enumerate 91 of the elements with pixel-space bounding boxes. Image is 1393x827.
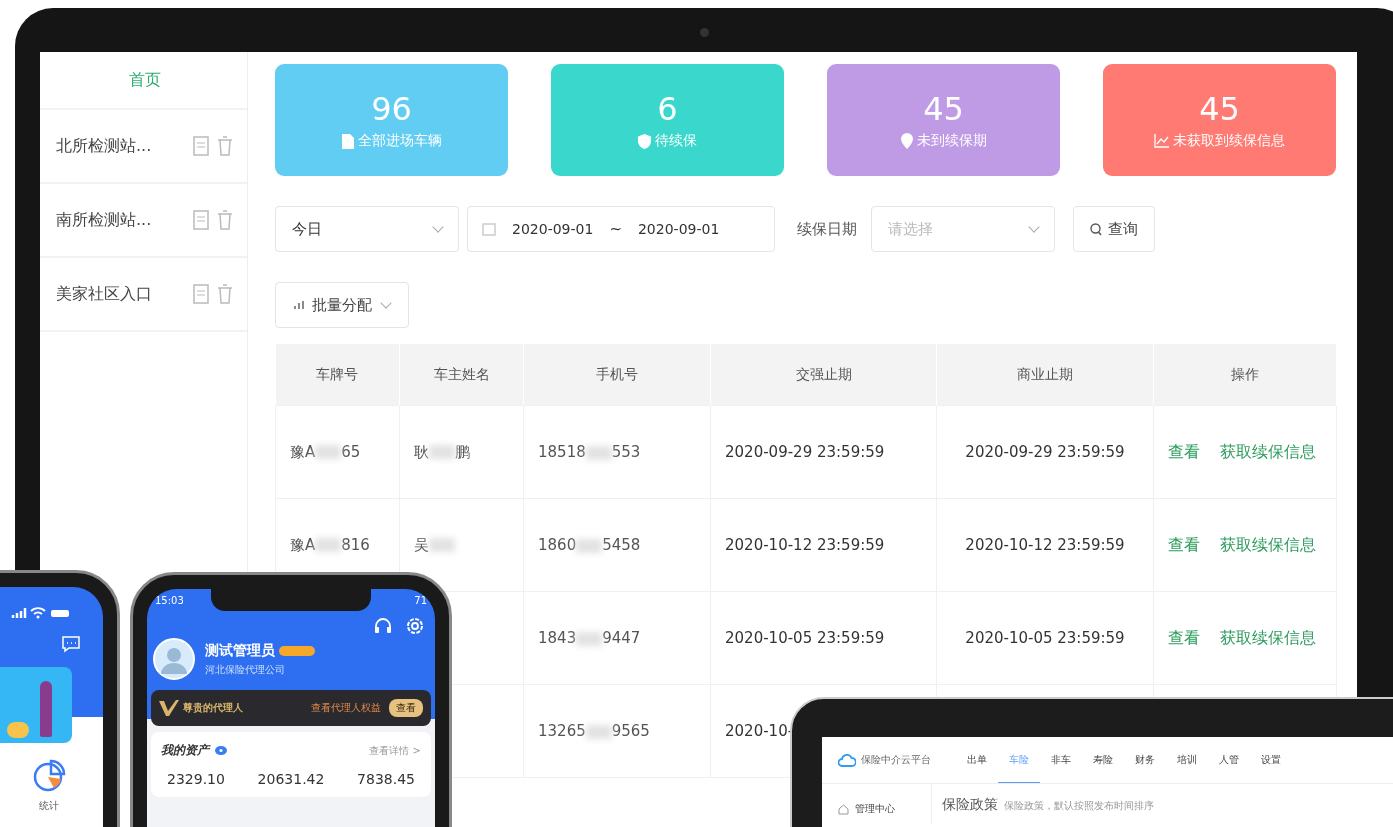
stat-label: 未获取到续保信息 <box>1173 132 1285 150</box>
location-pin-icon <box>900 133 913 149</box>
banner-link[interactable]: 查看代理人权益 <box>311 701 381 715</box>
sidebar-item[interactable]: 南所检测站... <box>40 184 247 258</box>
calendar-icon <box>482 222 496 236</box>
user-name: 测试管理员 <box>205 641 275 660</box>
document-icon[interactable] <box>193 284 209 304</box>
search-button[interactable]: 查询 <box>1073 206 1155 252</box>
trash-icon[interactable] <box>217 284 233 304</box>
nav-tab[interactable]: 设置 <box>1250 737 1292 783</box>
masked-text: 耿 鹏 <box>414 442 470 461</box>
settings-icon[interactable] <box>405 616 425 636</box>
battery-level: 71 <box>414 595 427 606</box>
assets-title: 我的资产 <box>161 742 209 759</box>
masked-text: 豫A 65 <box>290 442 361 461</box>
asset-value: 7838.45 <box>357 771 415 787</box>
status-icons <box>11 607 71 619</box>
action-link[interactable]: 获取续保信息 <box>1220 627 1316 649</box>
nav-tab[interactable]: 寿险 <box>1082 737 1124 783</box>
stat-value: 6 <box>657 90 678 128</box>
masked-text: 13265 9565 <box>538 722 650 740</box>
date-range-field[interactable]: 2020-09-01 ~ 2020-09-01 <box>467 206 775 252</box>
table-cell: 2020-10- <box>725 722 794 740</box>
sidebar-item[interactable]: 美家社区入口 <box>40 258 247 332</box>
stat-value: 96 <box>371 90 412 128</box>
column-header: 操作 <box>1153 344 1337 406</box>
trash-icon[interactable] <box>217 210 233 230</box>
table-cell: 2020-10-12 23:59:59 <box>725 536 885 554</box>
stat-label: 待续保 <box>655 132 697 150</box>
status-time: 15:03 <box>155 595 184 606</box>
asset-value: 20631.42 <box>257 771 325 787</box>
stat-label: 全部进场车辆 <box>357 132 442 150</box>
masked-text: 吴 <box>414 535 455 554</box>
stat-label: 未到续保期 <box>916 132 987 150</box>
sidebar-item[interactable]: 管理中心 <box>855 802 895 816</box>
member-badge <box>279 645 315 656</box>
chat-icon[interactable] <box>61 635 81 653</box>
view-button[interactable]: 查看 <box>389 699 423 717</box>
page-title: 保险政策 <box>942 796 998 814</box>
masked-text: 18518 553 <box>538 443 641 461</box>
sidebar-item[interactable]: 北所检测站... <box>40 110 247 184</box>
nav-tab[interactable]: 出单 <box>956 737 998 783</box>
nav-tab[interactable]: 财务 <box>1124 737 1166 783</box>
column-header: 车主姓名 <box>399 344 524 406</box>
banner-title: 尊贵的代理人 <box>183 701 244 715</box>
document-icon[interactable] <box>193 210 209 230</box>
action-link[interactable]: 查看 <box>1168 534 1200 556</box>
masked-text: 1843 9447 <box>538 629 641 647</box>
document-icon <box>341 133 354 149</box>
trash-icon[interactable] <box>217 136 233 156</box>
eye-icon[interactable] <box>215 746 227 755</box>
action-link[interactable]: 获取续保信息 <box>1220 534 1316 556</box>
v-logo-icon <box>159 700 179 716</box>
stat-value: 45 <box>923 90 964 128</box>
stat-value: 45 <box>1199 90 1240 128</box>
action-link[interactable]: 获取续保信息 <box>1220 441 1316 463</box>
table-cell: 2020-09-29 23:59:59 <box>725 443 885 461</box>
column-header: 车牌号 <box>275 344 400 406</box>
action-link[interactable]: 查看 <box>1168 441 1200 463</box>
avatar-icon <box>153 638 195 680</box>
line-chart-icon <box>1154 134 1169 148</box>
camera-icon <box>700 28 709 37</box>
headset-icon[interactable] <box>373 616 393 636</box>
table-cell: 2020-10-05 23:59:59 <box>965 629 1125 647</box>
asset-value: 2329.10 <box>167 771 225 787</box>
nav-tab[interactable]: 人管 <box>1208 737 1250 783</box>
search-icon <box>1090 222 1102 236</box>
batch-assign-button[interactable]: 批量分配 <box>275 282 409 328</box>
cloud-icon <box>838 753 856 767</box>
nav-tab[interactable]: 非车 <box>1040 737 1082 783</box>
table-cell: 2020-10-05 23:59:59 <box>725 629 885 647</box>
shield-icon <box>638 133 651 149</box>
company-name: 河北保险代理公司 <box>205 662 286 677</box>
masked-text: 1860 5458 <box>538 536 641 554</box>
renewal-date-label: 续保日期 <box>797 219 857 239</box>
nav-tab[interactable]: 培训 <box>1166 737 1208 783</box>
home-icon <box>838 803 849 815</box>
platform-name: 保险中介云平台 <box>861 753 931 767</box>
masked-text: 豫A 816 <box>290 535 370 554</box>
period-select[interactable]: 今日 <box>275 206 459 252</box>
table-cell: 2020-09-29 23:59:59 <box>965 443 1125 461</box>
document-icon[interactable] <box>193 136 209 156</box>
column-header: 商业止期 <box>936 344 1154 406</box>
page-subtitle: 保险政策，默认按照发布时间排序 <box>1004 799 1154 813</box>
bar-chart-icon <box>294 300 306 310</box>
statistics-label[interactable]: 统计 <box>39 799 59 813</box>
column-header: 手机号 <box>523 344 711 406</box>
column-header: 交强止期 <box>710 344 937 406</box>
table-cell: 2020-10-12 23:59:59 <box>965 536 1125 554</box>
action-link[interactable]: 查看 <box>1168 627 1200 649</box>
pie-chart-icon[interactable] <box>32 759 66 793</box>
